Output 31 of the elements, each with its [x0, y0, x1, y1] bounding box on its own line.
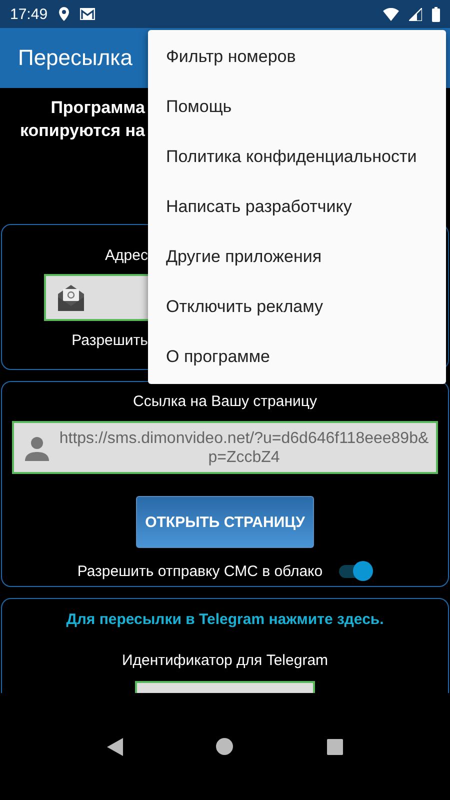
signal-icon — [409, 8, 422, 20]
mail-icon — [80, 8, 95, 20]
person-icon — [24, 434, 50, 460]
wifi-icon — [383, 8, 399, 20]
battery-icon — [432, 6, 440, 22]
menu-item[interactable]: Отключить рекламу — [148, 282, 446, 332]
open-page-button[interactable]: ОТКРЫТЬ СТРАНИЦУ — [136, 496, 314, 548]
menu-item[interactable]: О программе — [148, 332, 446, 382]
menu-item[interactable]: Фильтр номеров — [148, 32, 446, 82]
menu-item[interactable]: Написать разработчику — [148, 182, 446, 232]
envelope-icon — [56, 282, 86, 312]
menu-item[interactable]: Помощь — [148, 82, 446, 132]
intro-text: копируются на — [20, 120, 145, 142]
location-icon — [58, 6, 70, 22]
recents-icon[interactable] — [327, 738, 344, 754]
cloud-toggle[interactable] — [336, 560, 373, 582]
menu-item[interactable]: Политика конфиденциальности — [148, 132, 446, 182]
home-icon[interactable] — [216, 738, 234, 755]
telegram-id-label: Идентификатор для Telegram — [122, 652, 328, 669]
clock: 17:49 — [10, 6, 48, 22]
link-label: Ссылка на Вашу страницу — [133, 393, 317, 410]
intro-text: Программа — [50, 97, 145, 119]
menu-item[interactable]: Другие приложения — [148, 232, 446, 282]
app-title: Пересылка — [18, 45, 133, 71]
toggle-label: Разрешить — [72, 332, 148, 349]
telegram-link[interactable]: Для пересылки в Telegram нажмите здесь. — [66, 611, 384, 628]
cloud-toggle-label: Разрешить отправку СМС в облако — [77, 562, 323, 580]
back-icon[interactable] — [106, 738, 123, 756]
url-text: https://sms.dimonvideo.net/?u=d6d646f118eee89b&p=ZccbZ4 — [58, 428, 430, 466]
url-field[interactable]: https://sms.dimonvideo.net/?u=d6d646f118eee89b&p=ZccbZ4 — [12, 421, 438, 474]
email-label: Адрес — [105, 247, 148, 264]
